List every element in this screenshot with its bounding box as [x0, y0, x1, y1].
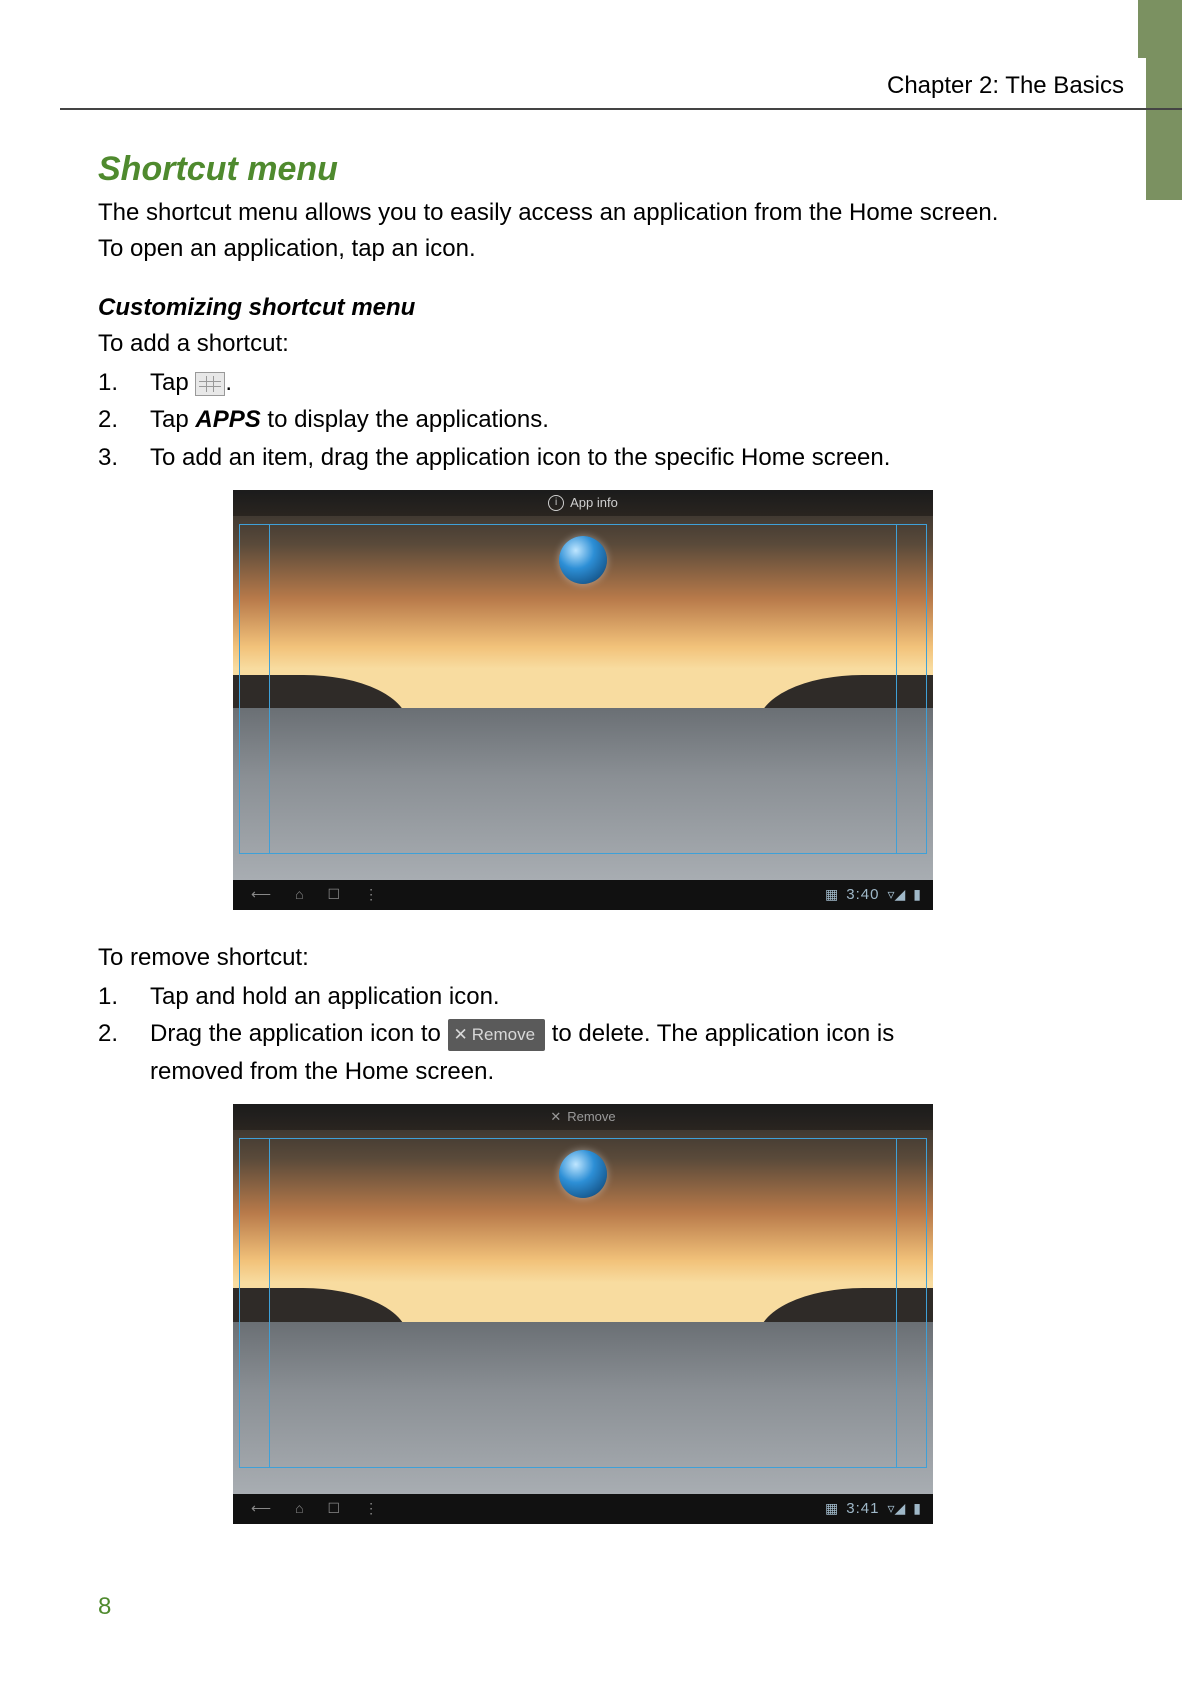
clock: 3:40: [846, 886, 879, 903]
page-number: 8: [98, 1593, 111, 1621]
topbar-text: App info: [570, 495, 618, 510]
remove-button-inline: ✕Remove: [448, 1019, 546, 1051]
wifi-icon: ▿◢: [887, 1500, 905, 1517]
header-rule: [60, 108, 1182, 110]
step-text: Drag the application icon to: [150, 1020, 448, 1047]
page-edge-tab: [1146, 0, 1182, 200]
battery-icon: ▮: [913, 1500, 921, 1517]
info-icon: i: [548, 495, 564, 511]
screenshot-navbar: ⟵ ⌂ ☐ ⋮ ▦ 3:41 ▿◢ ▮: [233, 1494, 933, 1524]
screenshot-navbar: ⟵ ⌂ ☐ ⋮ ▦ 3:40 ▿◢ ▮: [233, 880, 933, 910]
subsection-title: Customizing shortcut menu: [98, 294, 1068, 322]
battery-icon: ▮: [913, 886, 921, 903]
sd-icon: ▦: [825, 886, 838, 903]
clock: 3:41: [846, 1500, 879, 1517]
close-x-icon: ✕: [454, 1025, 468, 1044]
add-steps-list: 1. Tap . 2. Tap APPS to display the appl…: [98, 364, 1068, 476]
chapter-header: Chapter 2: The Basics: [887, 72, 1124, 100]
apps-grid-icon: [195, 372, 225, 396]
step-number: 1.: [98, 364, 150, 401]
browser-globe-icon: [559, 1150, 607, 1198]
intro-text-1: The shortcut menu allows you to easily a…: [98, 197, 1068, 229]
remove-shortcut-label: To remove shortcut:: [98, 942, 1068, 974]
screenshot-add-shortcut: i App info ⟵ ⌂ ☐ ⋮ ▦ 3:40: [233, 490, 933, 910]
browser-globe-icon: [559, 536, 607, 584]
back-icon: ⟵: [251, 886, 271, 903]
step-number: 2.: [98, 1015, 150, 1052]
step-text: Tap: [150, 369, 195, 396]
recent-icon: ☐: [328, 886, 341, 903]
recent-icon: ☐: [328, 1500, 341, 1517]
home-icon: ⌂: [295, 1500, 303, 1517]
screenshot-remove-shortcut: ✕ Remove ⟵ ⌂ ☐ ⋮ ▦ 3:41: [233, 1104, 933, 1524]
step-number: 3.: [98, 439, 150, 476]
step-number: 1.: [98, 978, 150, 1015]
step-text: Tap: [150, 406, 195, 433]
step-text: to delete. The application icon is: [552, 1020, 894, 1047]
step-text: .: [225, 369, 232, 396]
remove-steps-list: 1. Tap and hold an application icon. 2. …: [98, 978, 1068, 1090]
menu-icon: ⋮: [364, 886, 378, 903]
intro-text-2: To open an application, tap an icon.: [98, 233, 1068, 265]
step-text: to display the applications.: [261, 406, 549, 433]
menu-icon: ⋮: [364, 1500, 378, 1517]
home-icon: ⌂: [295, 886, 303, 903]
step-text: removed from the Home screen.: [150, 1053, 1068, 1090]
topbar-text: Remove: [567, 1109, 615, 1124]
step-text: Tap and hold an application icon.: [150, 978, 1068, 1015]
apps-bold: APPS: [195, 406, 260, 433]
screenshot-topbar: i App info: [233, 490, 933, 516]
screenshot-topbar: ✕ Remove: [233, 1104, 933, 1130]
back-icon: ⟵: [251, 1500, 271, 1517]
remove-button-label: Remove: [472, 1025, 535, 1044]
sd-icon: ▦: [825, 1500, 838, 1517]
add-shortcut-label: To add a shortcut:: [98, 328, 1068, 360]
step-text: To add an item, drag the application ico…: [150, 439, 1068, 476]
close-x-icon: ✕: [550, 1109, 561, 1125]
step-number: 2.: [98, 401, 150, 438]
section-title: Shortcut menu: [98, 150, 1068, 189]
wifi-icon: ▿◢: [887, 886, 905, 903]
